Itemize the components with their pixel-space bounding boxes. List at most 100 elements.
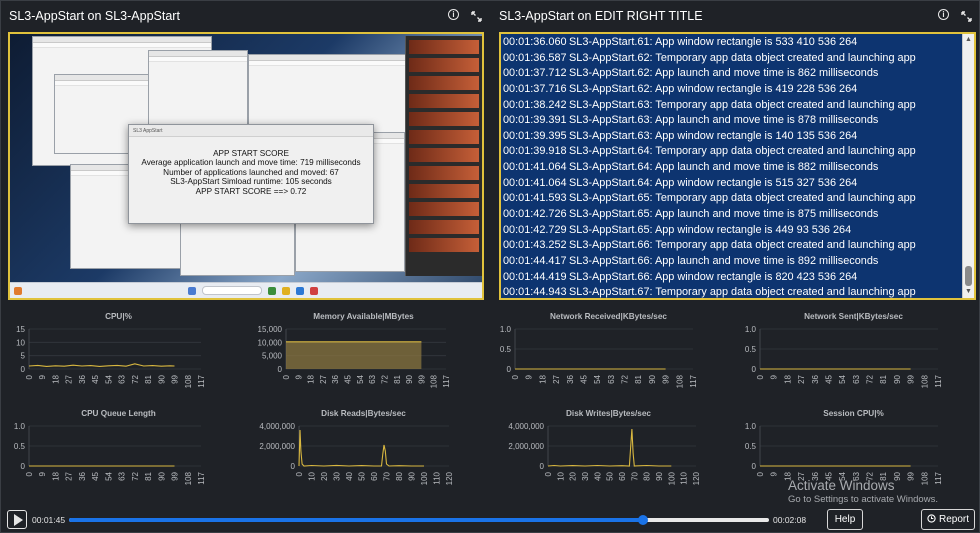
y-tick-label: 15 bbox=[16, 325, 25, 334]
x-tick-label: 9 bbox=[770, 374, 779, 379]
y-tick-label: 0 bbox=[752, 365, 757, 374]
log-timestamp: 00:01:37.712 bbox=[503, 67, 567, 80]
help-button[interactable]: Help bbox=[827, 509, 863, 530]
scroll-thumb[interactable] bbox=[965, 266, 972, 286]
start-icon bbox=[188, 286, 196, 295]
x-tick-label: 117 bbox=[934, 374, 943, 387]
windows-taskbar bbox=[10, 282, 482, 298]
timeline-handle[interactable] bbox=[638, 515, 648, 525]
scroll-up-icon[interactable]: ▲ bbox=[963, 34, 974, 46]
x-tick-label: 27 bbox=[319, 374, 328, 383]
taskbar-search bbox=[202, 286, 262, 295]
x-tick-label: 99 bbox=[171, 374, 180, 383]
y-tick-label: 4,000,000 bbox=[508, 422, 544, 431]
timeline-slider[interactable] bbox=[69, 515, 769, 525]
x-tick-label: 9 bbox=[770, 471, 779, 476]
current-time: 00:01:45 bbox=[32, 515, 66, 525]
x-tick-label: 45 bbox=[91, 374, 100, 383]
info-circle-icon[interactable]: i bbox=[938, 9, 949, 20]
x-tick-label: 108 bbox=[675, 374, 684, 388]
playback-bar: 00:01:45 00:02:08 Help Report bbox=[1, 506, 980, 533]
left-panel-header: SL3-AppStart on SL3-AppStart i bbox=[1, 1, 491, 31]
x-tick-label: 100 bbox=[420, 471, 429, 485]
x-tick-label: 0 bbox=[511, 374, 520, 379]
log-output[interactable]: 00:01:36.060 SL3-AppStart.61: App window … bbox=[499, 32, 976, 300]
x-tick-label: 108 bbox=[184, 471, 193, 485]
app-start-score-dialog: SL3 AppStart APP START SCORE Average app… bbox=[128, 124, 374, 224]
x-tick-label: 10 bbox=[308, 471, 317, 480]
info-circle-icon[interactable]: i bbox=[448, 9, 459, 20]
log-timestamp: 00:01:37.716 bbox=[503, 82, 567, 95]
y-tick-label: 1.0 bbox=[500, 325, 512, 334]
log-timestamp: 00:01:39.395 bbox=[503, 129, 567, 142]
x-tick-label: 54 bbox=[838, 374, 847, 383]
x-tick-label: 70 bbox=[630, 471, 639, 480]
log-timestamp: 00:01:38.242 bbox=[503, 98, 567, 111]
log-line: 00:01:41.593 SL3-AppStart.65: Temporary a… bbox=[503, 191, 974, 207]
log-line: 00:01:41.064 SL3-AppStart.64: App window … bbox=[503, 176, 974, 192]
x-tick-label: 63 bbox=[118, 374, 127, 383]
series-line bbox=[547, 428, 672, 467]
x-tick-label: 117 bbox=[197, 471, 206, 484]
report-button[interactable]: Report bbox=[921, 509, 975, 530]
x-tick-label: 36 bbox=[331, 374, 340, 383]
log-timestamp: 00:01:42.726 bbox=[503, 208, 567, 221]
browser-icon bbox=[296, 286, 304, 295]
log-line: 00:01:39.918 SL3-AppStart.64: Temporary a… bbox=[503, 144, 974, 160]
x-tick-label: 0 bbox=[25, 471, 34, 476]
x-tick-label: 117 bbox=[442, 374, 451, 387]
right-panel-header: SL3-AppStart on EDIT RIGHT TITLE i bbox=[491, 1, 980, 31]
x-tick-label: 110 bbox=[433, 471, 442, 484]
log-scrollbar[interactable]: ▲ ▼ bbox=[962, 34, 974, 298]
x-tick-label: 99 bbox=[662, 374, 671, 383]
x-tick-label: 54 bbox=[104, 374, 113, 383]
y-tick-label: 10,000 bbox=[258, 338, 283, 347]
expand-arrows-icon[interactable] bbox=[469, 9, 483, 23]
chart-cpu_queue: CPU Queue Length 1.0 0.5 0 0 9 18 27 36 45 54 63 72 8… bbox=[1, 409, 236, 494]
chart-svg: 1.00.500 9 18 27 36 45 54 63 72 81 90 99 108 117 bbox=[14, 422, 206, 485]
y-tick-label: 4,000,000 bbox=[259, 422, 295, 431]
log-message: SL3-AppStart.64: App launch and move tim… bbox=[569, 161, 879, 174]
y-tick-label: 0 bbox=[21, 365, 26, 374]
x-tick-label: 90 bbox=[405, 374, 414, 383]
chart-svg: 1.00.500 9 18 27 36 45 54 63 72 81 90 99 108 117 bbox=[745, 325, 943, 388]
play-button[interactable] bbox=[7, 510, 27, 529]
y-tick-label: 5,000 bbox=[262, 352, 283, 361]
x-tick-label: 117 bbox=[689, 374, 698, 387]
chart-svg: 4,000,0002,000,00000 10 20 30 40 50 60 70 80 90 10… bbox=[508, 422, 701, 485]
y-tick-label: 0.5 bbox=[500, 345, 512, 354]
y-tick-label: 0.5 bbox=[745, 442, 757, 451]
log-timestamp: 00:01:41.064 bbox=[503, 161, 567, 174]
clock-icon bbox=[927, 513, 936, 526]
x-tick-label: 72 bbox=[131, 471, 140, 480]
x-tick-label: 18 bbox=[51, 471, 60, 480]
x-tick-label: 63 bbox=[607, 374, 616, 383]
log-timestamp: 00:01:39.918 bbox=[503, 145, 567, 158]
expand-arrows-icon[interactable] bbox=[959, 9, 973, 23]
x-tick-label: 80 bbox=[643, 471, 652, 480]
left-panel-title: SL3-AppStart on SL3-AppStart bbox=[9, 9, 180, 23]
x-tick-label: 10 bbox=[556, 471, 565, 480]
scroll-down-icon[interactable]: ▼ bbox=[963, 286, 974, 298]
x-tick-label: 0 bbox=[282, 374, 291, 379]
score-value: APP START SCORE ==> 0.72 bbox=[195, 186, 307, 196]
y-tick-label: 0.5 bbox=[14, 442, 26, 451]
chart-net_sent: Network Sent|KBytes/sec 1.0 0.5 0 0 9 18 27 36 45… bbox=[736, 312, 971, 397]
score-app-count: Number of applications launched and move… bbox=[163, 167, 339, 177]
activate-windows-watermark: Activate Windows Go to Settings to activ… bbox=[788, 478, 938, 505]
log-line: 00:01:36.060 SL3-AppStart.61: App window … bbox=[503, 35, 974, 51]
x-tick-label: 36 bbox=[78, 471, 87, 480]
x-tick-label: 50 bbox=[606, 471, 615, 480]
x-tick-label: 9 bbox=[38, 471, 47, 476]
log-message: SL3-AppStart.66: App window rectangle is… bbox=[569, 270, 858, 283]
performance-monitor-window bbox=[405, 36, 482, 276]
log-timestamp: 00:01:44.419 bbox=[503, 270, 567, 283]
log-timestamp: 00:01:41.593 bbox=[503, 192, 567, 205]
x-tick-label: 60 bbox=[370, 471, 379, 480]
x-tick-label: 50 bbox=[358, 471, 367, 480]
y-tick-label: 0 bbox=[278, 365, 283, 374]
x-tick-label: 30 bbox=[333, 471, 342, 480]
x-tick-label: 45 bbox=[579, 374, 588, 383]
desktop-screenshot: SL3 AppStart APP START SCORE Average app… bbox=[8, 32, 484, 300]
log-timestamp: 00:01:44.943 bbox=[503, 286, 567, 299]
